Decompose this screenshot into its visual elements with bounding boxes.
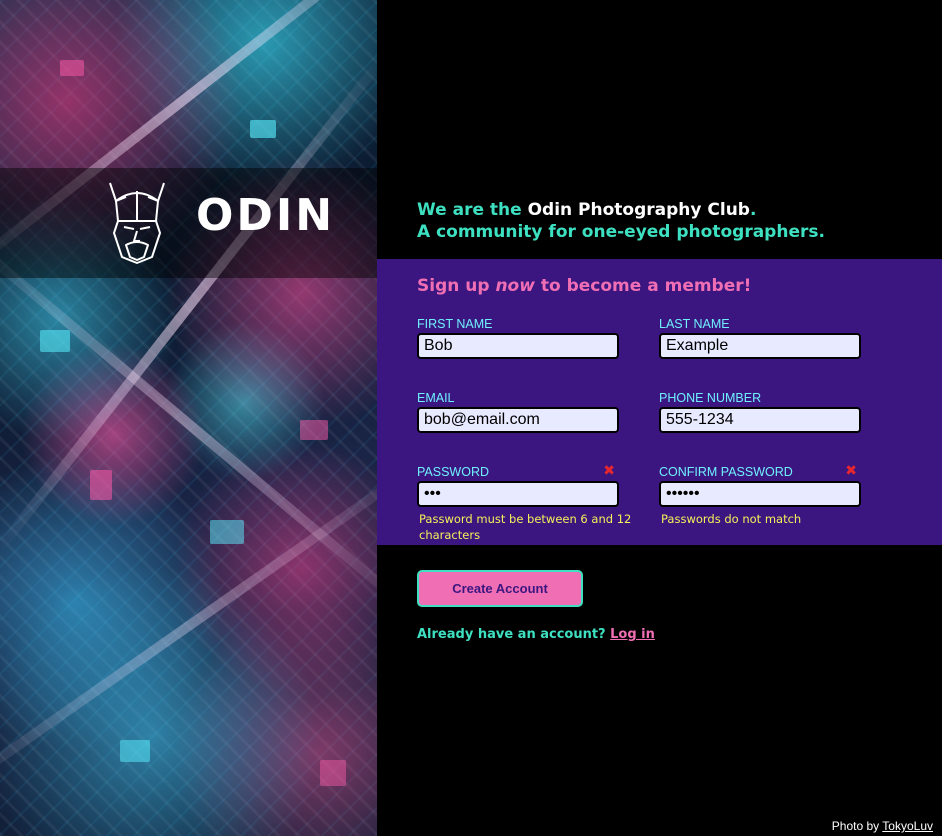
password-label: Password	[417, 465, 489, 479]
password-error-icon: ✖	[603, 463, 615, 479]
viking-helmet-icon	[109, 182, 165, 264]
signup-title: Sign up now to become a member!	[417, 276, 751, 296]
confirm-password-input[interactable]	[659, 481, 861, 507]
confirm-password-label: Confirm Password	[659, 465, 793, 479]
login-prompt-text: Already have an account?	[417, 627, 606, 642]
intro-prefix: We are the	[417, 200, 528, 220]
password-field: Password ✖ Password must be between 6 an…	[417, 463, 631, 543]
last-name-input[interactable]	[659, 333, 861, 359]
logo-text: ODIN	[196, 190, 336, 241]
club-name: Odin Photography Club	[527, 200, 750, 220]
intro-line-2: A community for one-eyed photographers.	[417, 222, 825, 242]
confirm-password-error-message: Passwords do not match	[661, 512, 802, 526]
signup-title-suffix: to become a member!	[534, 276, 752, 296]
login-prompt: Already have an account? Log in	[417, 627, 655, 642]
photo-credit-prefix: Photo by	[831, 819, 880, 833]
signup-title-prefix: Sign up	[417, 276, 496, 296]
intro-suffix: .	[749, 200, 757, 220]
first-name-label: First Name	[417, 317, 493, 331]
signup-title-emphasis: now	[495, 276, 535, 296]
email-field: Email	[417, 390, 619, 433]
confirm-password-error-icon: ✖	[845, 463, 857, 479]
first-name-field: First Name	[417, 316, 619, 359]
password-error-message: Password must be between 6 and 12 charac…	[419, 512, 632, 542]
phone-input[interactable]	[659, 407, 861, 433]
phone-label: Phone Number	[659, 391, 762, 405]
email-input[interactable]	[417, 407, 619, 433]
hero-photo	[0, 0, 377, 836]
email-label: Email	[417, 391, 455, 405]
login-link[interactable]: Log in	[610, 627, 655, 642]
intro-line-1: We are the Odin Photography Club.	[417, 199, 825, 221]
create-account-button[interactable]: Create Account	[417, 570, 583, 607]
confirm-password-field: Confirm Password ✖ Passwords do not matc…	[659, 463, 861, 527]
photo-credit: Photo by TokyoLuv	[827, 818, 937, 834]
password-input[interactable]	[417, 481, 619, 507]
intro-text: We are the Odin Photography Club. A comm…	[417, 199, 825, 243]
first-name-input[interactable]	[417, 333, 619, 359]
photo-credit-link[interactable]: TokyoLuv	[882, 819, 933, 833]
last-name-field: Last Name	[659, 316, 861, 359]
phone-field: Phone Number	[659, 390, 861, 433]
last-name-label: Last Name	[659, 317, 730, 331]
